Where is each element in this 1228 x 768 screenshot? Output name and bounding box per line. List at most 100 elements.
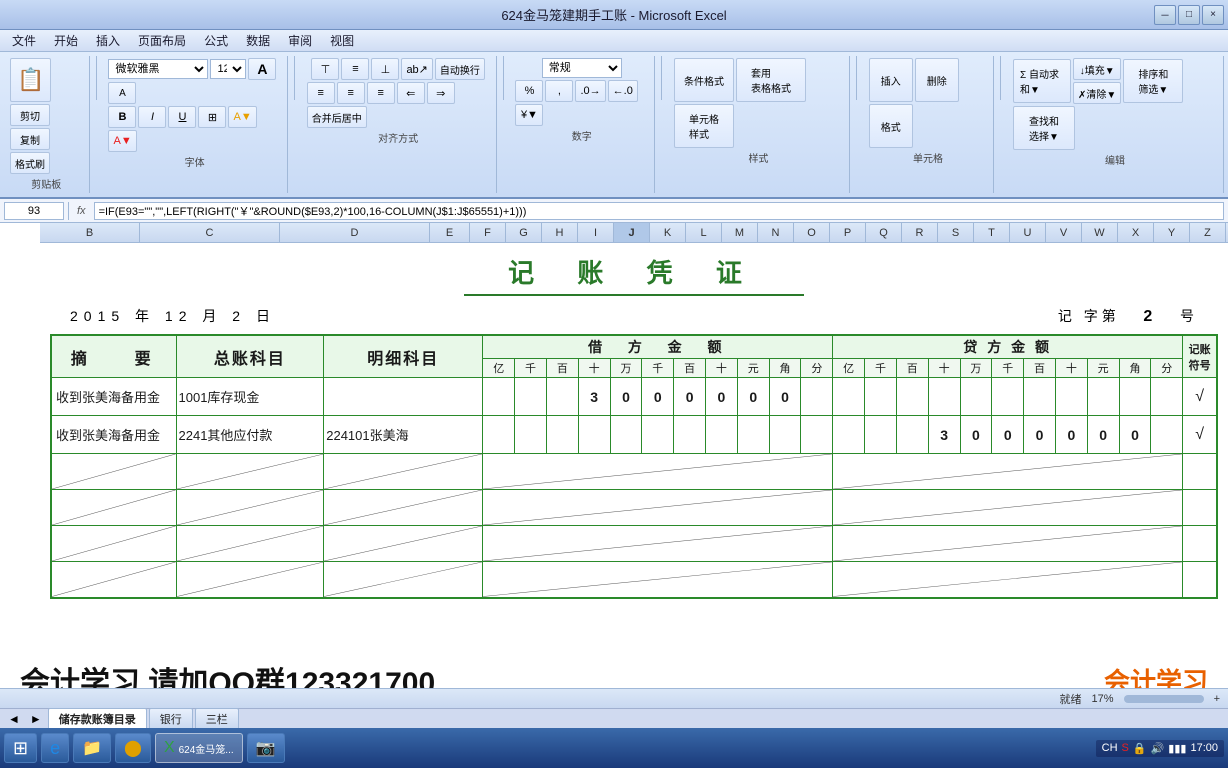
format-cell-button[interactable]: 格式 <box>869 104 913 148</box>
cut-button[interactable]: 剪切 <box>10 104 50 126</box>
taskbar-camera-button[interactable]: 📷 <box>247 733 285 763</box>
align-left-button[interactable]: ≡ <box>307 82 335 104</box>
increase-decimal-button[interactable]: .0→ <box>575 80 605 102</box>
menu-item-data[interactable]: 数据 <box>238 30 278 51</box>
col-header-w[interactable]: W <box>1082 223 1118 242</box>
alignment-group: ⊤ ≡ ⊥ ab↗ 自动换行 ≡ ≡ ≡ ⇐ ⇒ 合并后居中 对齐方式 <box>301 56 497 193</box>
col-header-y[interactable]: Y <box>1154 223 1190 242</box>
col-header-l[interactable]: L <box>686 223 722 242</box>
cell-reference-box[interactable] <box>4 202 64 220</box>
col-header-j[interactable]: J <box>614 223 650 242</box>
close-button[interactable]: × <box>1202 5 1224 25</box>
percent-style-button[interactable]: % <box>515 80 543 102</box>
sheet-tab-3[interactable]: 三栏 <box>195 708 239 729</box>
number-format-select[interactable]: 常规 <box>542 58 622 78</box>
font-size-select[interactable]: 12 <box>210 59 246 79</box>
delete-cell-button[interactable]: 删除 <box>915 58 959 102</box>
align-center-button[interactable]: ≡ <box>337 82 365 104</box>
col-header-z[interactable]: Z <box>1190 223 1226 242</box>
find-select-button[interactable]: 查找和选择▼ <box>1013 106 1075 150</box>
col-header-b[interactable]: B <box>40 223 140 242</box>
wrap-text-button[interactable]: 自动换行 <box>435 58 485 80</box>
italic-button[interactable]: I <box>138 106 166 128</box>
col-header-u[interactable]: U <box>1010 223 1046 242</box>
indent-decrease-button[interactable]: ⇐ <box>397 82 425 104</box>
formula-input[interactable] <box>94 202 1224 220</box>
merge-center-button[interactable]: 合并后居中 <box>307 106 367 128</box>
col-header-x[interactable]: X <box>1118 223 1154 242</box>
col-header-o[interactable]: O <box>794 223 830 242</box>
align-middle-button[interactable]: ≡ <box>341 58 369 80</box>
format-painter-button[interactable]: 格式刷 <box>10 152 50 174</box>
col-header-t[interactable]: T <box>974 223 1010 242</box>
indent-increase-button[interactable]: ⇒ <box>427 82 455 104</box>
taskbar-excel-button[interactable]: X 624金马笼... <box>155 733 243 763</box>
clear-button[interactable]: ✗清除▼ <box>1073 82 1121 104</box>
maximize-button[interactable]: □ <box>1178 5 1200 25</box>
cell-style-button[interactable]: 单元格样式 <box>674 104 734 148</box>
increase-font-button[interactable]: A <box>248 58 276 80</box>
excel-icon: X <box>164 739 175 757</box>
copy-button[interactable]: 复制 <box>10 128 50 150</box>
decrease-font-button[interactable]: A <box>108 82 136 104</box>
taskbar-ie-button[interactable]: e <box>41 733 69 763</box>
voucher-table: 摘 要 总账科目 明细科目 借 方 金 额 贷 方 金 额 记账符号 亿 千 百… <box>50 334 1218 599</box>
zoom-in-button[interactable]: + <box>1214 693 1220 705</box>
menu-item-home[interactable]: 开始 <box>46 30 86 51</box>
taskbar-explorer-button[interactable]: 📁 <box>73 733 111 763</box>
menu-item-page-layout[interactable]: 页面布局 <box>130 30 194 51</box>
col-header-m[interactable]: M <box>722 223 758 242</box>
font-name-select[interactable]: 微软雅黑 <box>108 59 208 79</box>
col-header-d[interactable]: D <box>280 223 430 242</box>
orientation-button[interactable]: ab↗ <box>401 58 432 80</box>
menu-item-review[interactable]: 审阅 <box>280 30 320 51</box>
start-button[interactable]: ⊞ <box>4 733 37 763</box>
decrease-decimal-button[interactable]: ←.0 <box>608 80 638 102</box>
comma-style-button[interactable]: , <box>545 80 573 102</box>
align-right-button[interactable]: ≡ <box>367 82 395 104</box>
insert-cell-button[interactable]: 插入 <box>869 58 913 102</box>
align-top-button[interactable]: ⊤ <box>311 58 339 80</box>
menu-item-view[interactable]: 视图 <box>322 30 362 51</box>
col-header-i[interactable]: I <box>578 223 614 242</box>
sheet-nav-left[interactable]: ◄ <box>4 712 24 726</box>
col-header-c[interactable]: C <box>140 223 280 242</box>
row6-desc <box>51 562 176 598</box>
sheet-tab-2[interactable]: 银行 <box>149 708 193 729</box>
paste-button[interactable]: 📋 <box>10 58 51 102</box>
col-header-s[interactable]: S <box>938 223 974 242</box>
col-header-r[interactable]: R <box>902 223 938 242</box>
sys-tray: CH S 🔒 🔊 ▮▮▮ 17:00 <box>1096 740 1224 757</box>
window-controls[interactable]: － □ × <box>1154 5 1224 25</box>
currency-button[interactable]: ¥▼ <box>515 104 543 126</box>
menu-item-file[interactable]: 文件 <box>4 30 44 51</box>
col-header-q[interactable]: Q <box>866 223 902 242</box>
font-color-button[interactable]: A▼ <box>108 130 136 152</box>
underline-button[interactable]: U <box>168 106 196 128</box>
col-header-n[interactable]: N <box>758 223 794 242</box>
col-header-f[interactable]: F <box>470 223 506 242</box>
menu-item-insert[interactable]: 插入 <box>88 30 128 51</box>
minimize-button[interactable]: － <box>1154 5 1176 25</box>
align-bottom-button[interactable]: ⊥ <box>371 58 399 80</box>
bold-button[interactable]: B <box>108 106 136 128</box>
conditional-formatting-button[interactable]: 条件格式 <box>674 58 734 102</box>
menu-item-formulas[interactable]: 公式 <box>196 30 236 51</box>
col-header-h[interactable]: H <box>542 223 578 242</box>
table-format-button[interactable]: 套用表格格式 <box>736 58 806 102</box>
autosum-button[interactable]: Σ 自动求和▼ <box>1013 59 1071 103</box>
col-header-p[interactable]: P <box>830 223 866 242</box>
taskbar-chrome-button[interactable]: ⬤ <box>115 733 151 763</box>
border-button[interactable]: ⊞ <box>198 106 226 128</box>
row1-c1 <box>833 378 865 416</box>
sheet-nav-right[interactable]: ► <box>26 712 46 726</box>
col-header-e[interactable]: E <box>430 223 470 242</box>
col-header-v[interactable]: V <box>1046 223 1082 242</box>
zoom-slider[interactable] <box>1124 695 1204 703</box>
col-header-g[interactable]: G <box>506 223 542 242</box>
fill-button[interactable]: ↓填充▼ <box>1073 58 1121 80</box>
fill-color-button[interactable]: A▼ <box>228 106 256 128</box>
sheet-tab-1[interactable]: 储存款账簿目录 <box>48 708 147 729</box>
sort-filter-button[interactable]: 排序和筛选▼ <box>1123 59 1183 103</box>
col-header-k[interactable]: K <box>650 223 686 242</box>
